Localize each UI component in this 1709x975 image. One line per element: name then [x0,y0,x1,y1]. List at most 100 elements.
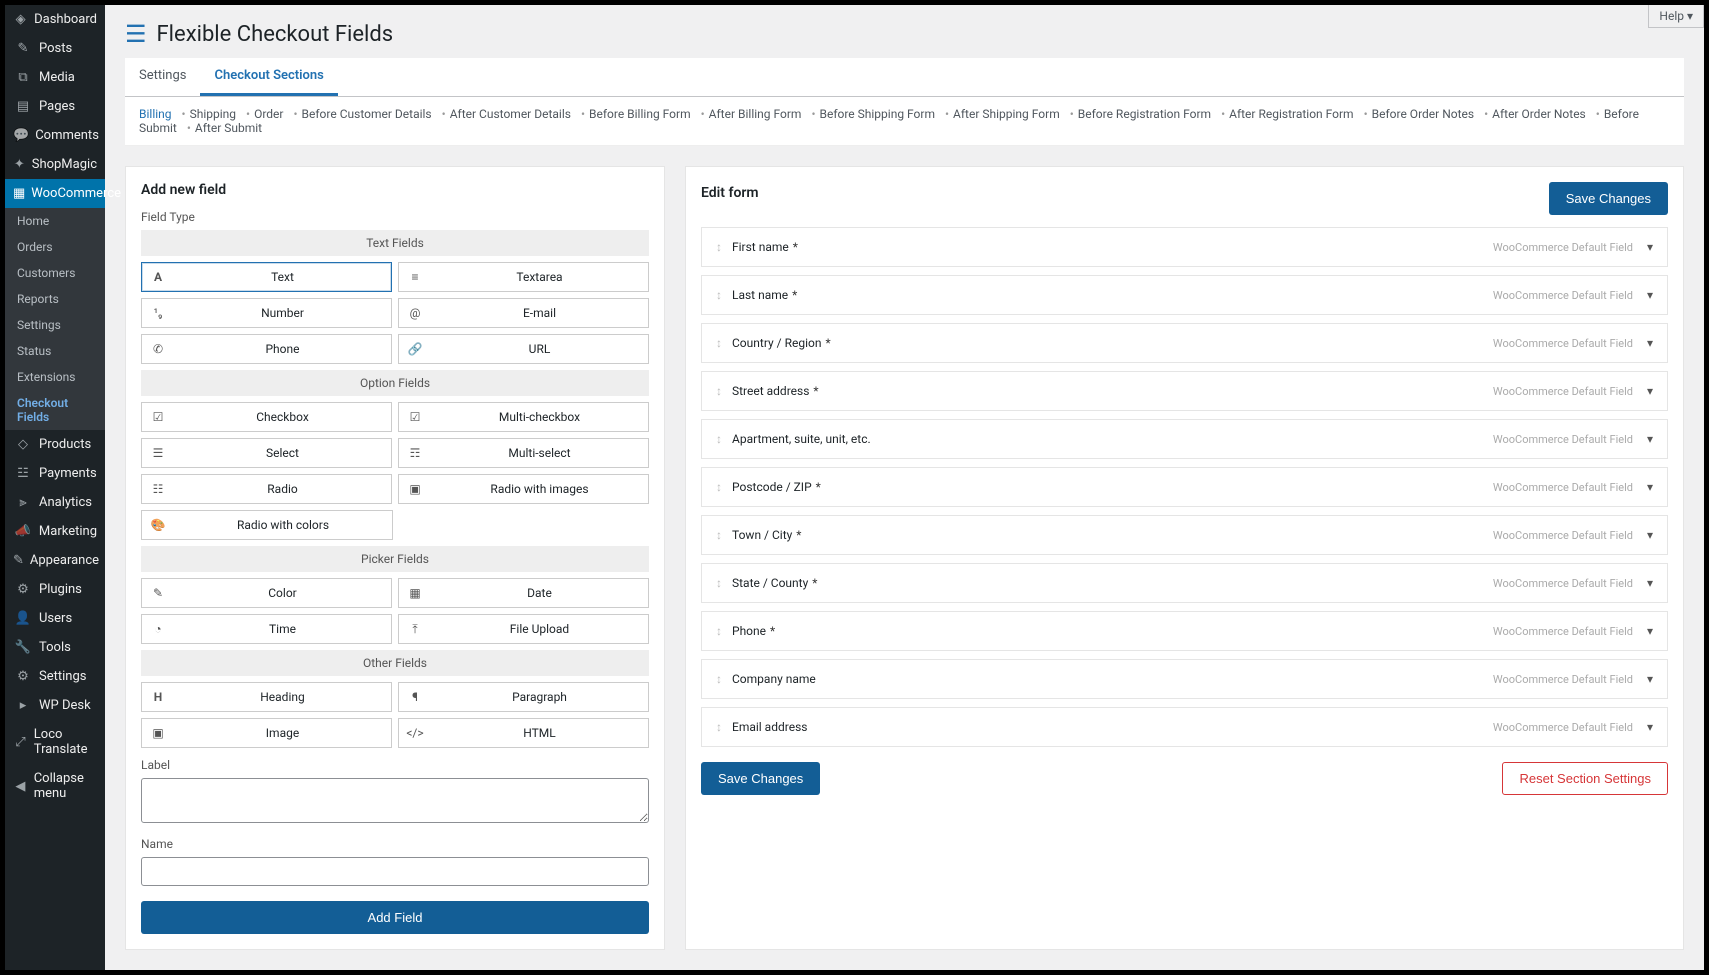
field-row[interactable]: ↕Apartment, suite, unit, etc.WooCommerce… [701,419,1668,459]
drag-handle-icon[interactable]: ↕ [716,336,722,350]
chevron-down-icon[interactable]: ▾ [1647,384,1653,398]
field-row[interactable]: ↕Phone *WooCommerce Default Field▾ [701,611,1668,651]
drag-handle-icon[interactable]: ↕ [716,240,722,254]
sidebar-subitem[interactable]: Settings [5,312,105,338]
type-multicheckbox[interactable]: ☑Multi-checkbox [398,402,649,432]
reset-section-button[interactable]: Reset Section Settings [1502,762,1668,795]
chevron-down-icon[interactable]: ▾ [1647,528,1653,542]
add-field-button[interactable]: Add Field [141,901,649,934]
field-row[interactable]: ↕First name *WooCommerce Default Field▾ [701,227,1668,267]
chevron-down-icon[interactable]: ▾ [1647,288,1653,302]
type-phone[interactable]: ✆Phone [141,334,392,364]
subtab-link[interactable]: Shipping [190,107,236,121]
help-tab[interactable]: Help ▾ [1648,5,1704,28]
subtab-link[interactable]: After Submit [195,121,262,135]
subtab-link[interactable]: Before Billing Form [589,107,691,121]
subtab-link[interactable]: After Billing Form [709,107,802,121]
chevron-down-icon[interactable]: ▾ [1647,240,1653,254]
sidebar-item-woocommerce[interactable]: ▦ WooCommerce [5,179,105,208]
sidebar-item[interactable]: 📣Marketing [5,517,105,546]
name-input[interactable] [141,857,649,886]
type-time[interactable]: ◔Time [141,614,392,644]
sidebar-item[interactable]: ✎Posts [5,34,105,63]
sidebar-subitem[interactable]: Status [5,338,105,364]
sidebar-item[interactable]: ◈Dashboard [5,5,105,34]
type-select[interactable]: ☰Select [141,438,392,468]
field-row[interactable]: ↕Street address *WooCommerce Default Fie… [701,371,1668,411]
subtab-link[interactable]: Before Shipping Form [820,107,935,121]
drag-handle-icon[interactable]: ↕ [716,432,722,446]
type-radio-images[interactable]: ▣Radio with images [398,474,649,504]
subtab-link[interactable]: Order [254,107,283,121]
subtab-link[interactable]: After Registration Form [1229,107,1353,121]
chevron-down-icon[interactable]: ▾ [1647,336,1653,350]
sidebar-subitem[interactable]: Orders [5,234,105,260]
type-html[interactable]: </>HTML [398,718,649,748]
field-row[interactable]: ↕Last name *WooCommerce Default Field▾ [701,275,1668,315]
chevron-down-icon[interactable]: ▾ [1647,672,1653,686]
type-date[interactable]: ▦Date [398,578,649,608]
subtab-link[interactable]: After Order Notes [1492,107,1586,121]
sidebar-item[interactable]: ✦ShopMagic [5,150,105,179]
sidebar-item[interactable]: ▤Pages [5,92,105,121]
subtab-link[interactable]: Billing [139,107,172,121]
sidebar-subitem[interactable]: Checkout Fields [5,390,105,430]
sidebar-item[interactable]: 👤Users [5,604,105,633]
chevron-down-icon[interactable]: ▾ [1647,624,1653,638]
chevron-down-icon[interactable]: ▾ [1647,720,1653,734]
drag-handle-icon[interactable]: ↕ [716,480,722,494]
field-row[interactable]: ↕Email addressWooCommerce Default Field▾ [701,707,1668,747]
type-color[interactable]: ✎Color [141,578,392,608]
type-number[interactable]: ¹₉Number [141,298,392,328]
sidebar-item[interactable]: ⤢Loco Translate [5,720,105,764]
sidebar-item[interactable]: ▸WP Desk [5,691,105,720]
type-image[interactable]: ▣Image [141,718,392,748]
label-input[interactable] [141,778,649,823]
field-row[interactable]: ↕State / County *WooCommerce Default Fie… [701,563,1668,603]
sidebar-item[interactable]: ⚙Plugins [5,575,105,604]
drag-handle-icon[interactable]: ↕ [716,672,722,686]
sidebar-item[interactable]: ⫸Analytics [5,488,105,517]
chevron-down-icon[interactable]: ▾ [1647,576,1653,590]
sidebar-item[interactable]: ⚙Settings [5,662,105,691]
drag-handle-icon[interactable]: ↕ [716,624,722,638]
subtab-link[interactable]: After Shipping Form [953,107,1060,121]
type-checkbox[interactable]: ☑Checkbox [141,402,392,432]
sidebar-subitem[interactable]: Customers [5,260,105,286]
drag-handle-icon[interactable]: ↕ [716,576,722,590]
type-file[interactable]: ⤒File Upload [398,614,649,644]
sidebar-item[interactable]: 🔧Tools [5,633,105,662]
subtab-link[interactable]: Before Registration Form [1078,107,1211,121]
type-radio-colors[interactable]: 🎨Radio with colors [141,510,393,540]
save-changes-top-button[interactable]: Save Changes [1549,182,1668,215]
sidebar-item[interactable]: ☳Payments [5,459,105,488]
sidebar-item[interactable]: ◀Collapse menu [5,764,105,808]
drag-handle-icon[interactable]: ↕ [716,720,722,734]
type-heading[interactable]: HHeading [141,682,392,712]
sidebar-item[interactable]: ⧉Media [5,63,105,92]
subtab-link[interactable]: Before Customer Details [302,107,432,121]
sidebar-item[interactable]: 💬Comments [5,121,105,150]
type-radio[interactable]: ☷Radio [141,474,392,504]
type-paragraph[interactable]: ¶Paragraph [398,682,649,712]
field-row[interactable]: ↕Country / Region *WooCommerce Default F… [701,323,1668,363]
sidebar-subitem[interactable]: Reports [5,286,105,312]
sidebar-subitem[interactable]: Extensions [5,364,105,390]
subtab-link[interactable]: Before Order Notes [1372,107,1474,121]
subtab-link[interactable]: After Customer Details [450,107,571,121]
type-multiselect[interactable]: ☶Multi-select [398,438,649,468]
sidebar-item[interactable]: ✎Appearance [5,546,105,575]
chevron-down-icon[interactable]: ▾ [1647,480,1653,494]
drag-handle-icon[interactable]: ↕ [716,384,722,398]
field-row[interactable]: ↕Town / City *WooCommerce Default Field▾ [701,515,1668,555]
drag-handle-icon[interactable]: ↕ [716,528,722,542]
type-url[interactable]: 🔗URL [398,334,649,364]
field-row[interactable]: ↕Postcode / ZIP *WooCommerce Default Fie… [701,467,1668,507]
chevron-down-icon[interactable]: ▾ [1647,432,1653,446]
tab[interactable]: Checkout Sections [200,58,337,96]
tab[interactable]: Settings [125,58,200,96]
drag-handle-icon[interactable]: ↕ [716,288,722,302]
sidebar-item[interactable]: ◇Products [5,430,105,459]
sidebar-subitem[interactable]: Home [5,208,105,234]
save-changes-bottom-button[interactable]: Save Changes [701,762,820,795]
